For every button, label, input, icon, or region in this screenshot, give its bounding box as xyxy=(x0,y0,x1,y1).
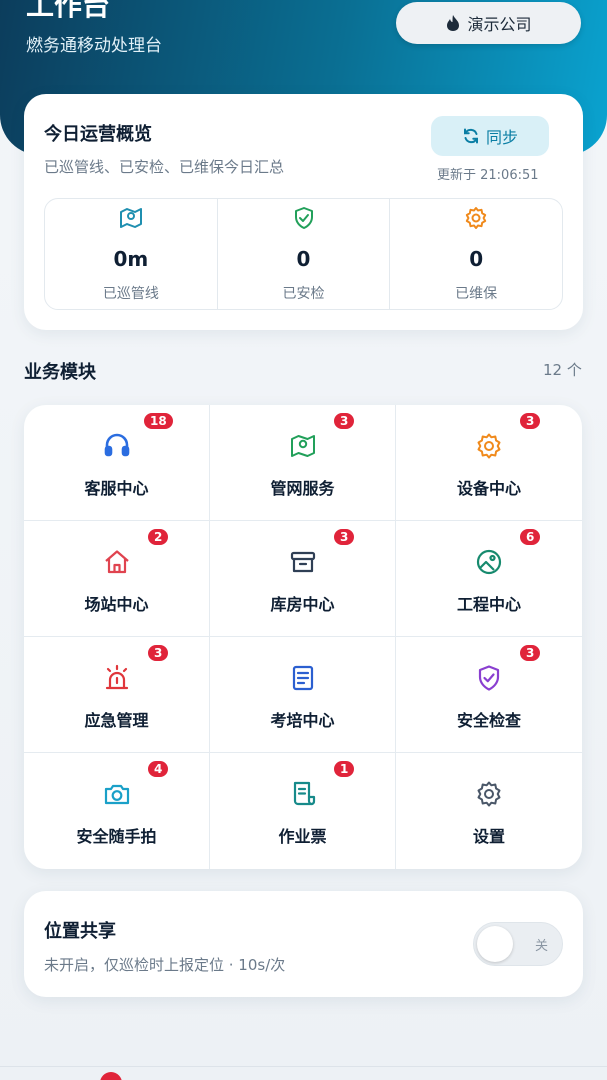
overview-subtitle: 已巡管线、已安检、已维保今日汇总 xyxy=(44,158,285,176)
modules-count: 12 个 xyxy=(543,361,582,379)
page-subtitle: 燃务通移动处理台 xyxy=(26,36,162,56)
notification-badge: 2 xyxy=(146,527,171,547)
module-label: 工程中心 xyxy=(456,595,521,614)
module-label: 管网服务 xyxy=(270,479,335,498)
module-tile[interactable]: 设置 xyxy=(396,753,582,869)
module-label: 设置 xyxy=(472,827,505,846)
sync-label: 同步 xyxy=(485,128,518,147)
module-label: 应急管理 xyxy=(84,711,149,730)
module-tile[interactable]: 管网服务 3 xyxy=(210,405,396,521)
module-label: 场站中心 xyxy=(84,595,149,614)
module-label: 作业票 xyxy=(278,827,327,846)
camera-icon xyxy=(102,779,132,809)
notification-badge: 4 xyxy=(146,759,171,779)
stat-value: 0 xyxy=(469,247,484,271)
archive-box-icon xyxy=(288,547,318,577)
headset-icon xyxy=(102,431,132,461)
map-pin-icon xyxy=(288,431,318,461)
stat-value: 0m xyxy=(113,247,149,271)
notification-badge: 3 xyxy=(146,643,171,663)
stat-label: 已巡管线 xyxy=(102,286,159,302)
notification-badge: 1 xyxy=(332,759,357,779)
module-tile[interactable]: 安全随手拍 4 xyxy=(24,753,210,869)
overview-card: 今日运营概览 已巡管线、已安检、已维保今日汇总 同步 更新于 21:06:51 … xyxy=(24,94,583,330)
document-list-icon xyxy=(288,663,318,693)
toggle-state-label: 关 xyxy=(534,939,548,954)
tab-bar-badge xyxy=(100,1072,122,1080)
module-label: 安全随手拍 xyxy=(76,827,157,846)
stat-label: 已维保 xyxy=(455,286,498,302)
module-tile[interactable]: 客服中心 18 xyxy=(24,405,210,521)
map-pin-icon xyxy=(119,208,142,228)
notification-badge: 3 xyxy=(518,411,543,431)
home-icon xyxy=(102,547,132,577)
modules-title: 业务模块 xyxy=(24,362,96,383)
company-switch-button[interactable]: 演示公司 xyxy=(396,2,581,44)
module-label: 安全检查 xyxy=(456,711,521,730)
stat-patrolled[interactable]: 0m 已巡管线 xyxy=(45,199,218,309)
stat-inspected[interactable]: 0 已安检 xyxy=(218,199,391,309)
module-tile[interactable]: 设备中心 3 xyxy=(396,405,582,521)
notification-badge: 3 xyxy=(518,643,543,663)
notification-badge: 18 xyxy=(142,411,175,431)
module-tile[interactable]: 场站中心 2 xyxy=(24,521,210,637)
stat-value: 0 xyxy=(296,247,311,271)
location-subtitle: 未开启，仅巡检时上报定位 · 10s/次 xyxy=(44,956,286,974)
modules-grid: 客服中心 18 管网服务 3 设备中心 3 场站中心 2 库房中心 3 工程中心 6 应急管理 3 考培中心… xyxy=(24,405,582,869)
module-tile[interactable]: 作业票 1 xyxy=(210,753,396,869)
notification-badge: 6 xyxy=(518,527,543,547)
company-label: 演示公司 xyxy=(467,15,532,34)
stat-maintained[interactable]: 0 已维保 xyxy=(390,199,562,309)
module-tile[interactable]: 工程中心 6 xyxy=(396,521,582,637)
workbench-page: 工作台 燃务通移动处理台 演示公司 今日运营概览 已巡管线、已安检、已维保今日汇… xyxy=(0,0,607,1080)
image-icon xyxy=(474,547,504,577)
notification-badge: 3 xyxy=(332,411,357,431)
flame-icon xyxy=(447,15,460,31)
overview-title: 今日运营概览 xyxy=(44,124,152,145)
updated-time: 更新于 21:06:51 xyxy=(437,168,539,183)
alarm-siren-icon xyxy=(102,663,132,693)
refresh-icon xyxy=(463,128,478,144)
shield-check-icon xyxy=(294,207,313,229)
toggle-knob xyxy=(477,926,513,962)
module-tile[interactable]: 安全检查 3 xyxy=(396,637,582,753)
module-label: 库房中心 xyxy=(270,595,335,614)
gear-icon xyxy=(465,207,487,229)
module-label: 考培中心 xyxy=(270,711,335,730)
module-label: 设备中心 xyxy=(456,479,521,498)
gear-icon xyxy=(474,779,504,809)
receipt-icon xyxy=(288,779,318,809)
location-card: 位置共享 未开启，仅巡检时上报定位 · 10s/次 关 xyxy=(24,891,583,997)
notification-badge: 3 xyxy=(332,527,357,547)
stats-row: 0m 已巡管线 0 已安检 0 已维保 xyxy=(44,198,563,310)
location-share-toggle[interactable]: 关 xyxy=(473,922,563,966)
location-title: 位置共享 xyxy=(44,921,116,942)
stat-label: 已安检 xyxy=(282,286,325,302)
module-tile[interactable]: 考培中心 xyxy=(210,637,396,753)
module-tile[interactable]: 库房中心 3 xyxy=(210,521,396,637)
tab-bar-divider xyxy=(0,1066,607,1067)
module-label: 客服中心 xyxy=(84,479,149,498)
sync-button[interactable]: 同步 xyxy=(431,116,549,156)
module-tile[interactable]: 应急管理 3 xyxy=(24,637,210,753)
gear-icon xyxy=(474,431,504,461)
shield-check-icon xyxy=(474,663,504,693)
page-title: 工作台 xyxy=(26,0,111,22)
modules-card: 客服中心 18 管网服务 3 设备中心 3 场站中心 2 库房中心 3 工程中心 6 应急管理 3 考培中心… xyxy=(24,405,582,869)
